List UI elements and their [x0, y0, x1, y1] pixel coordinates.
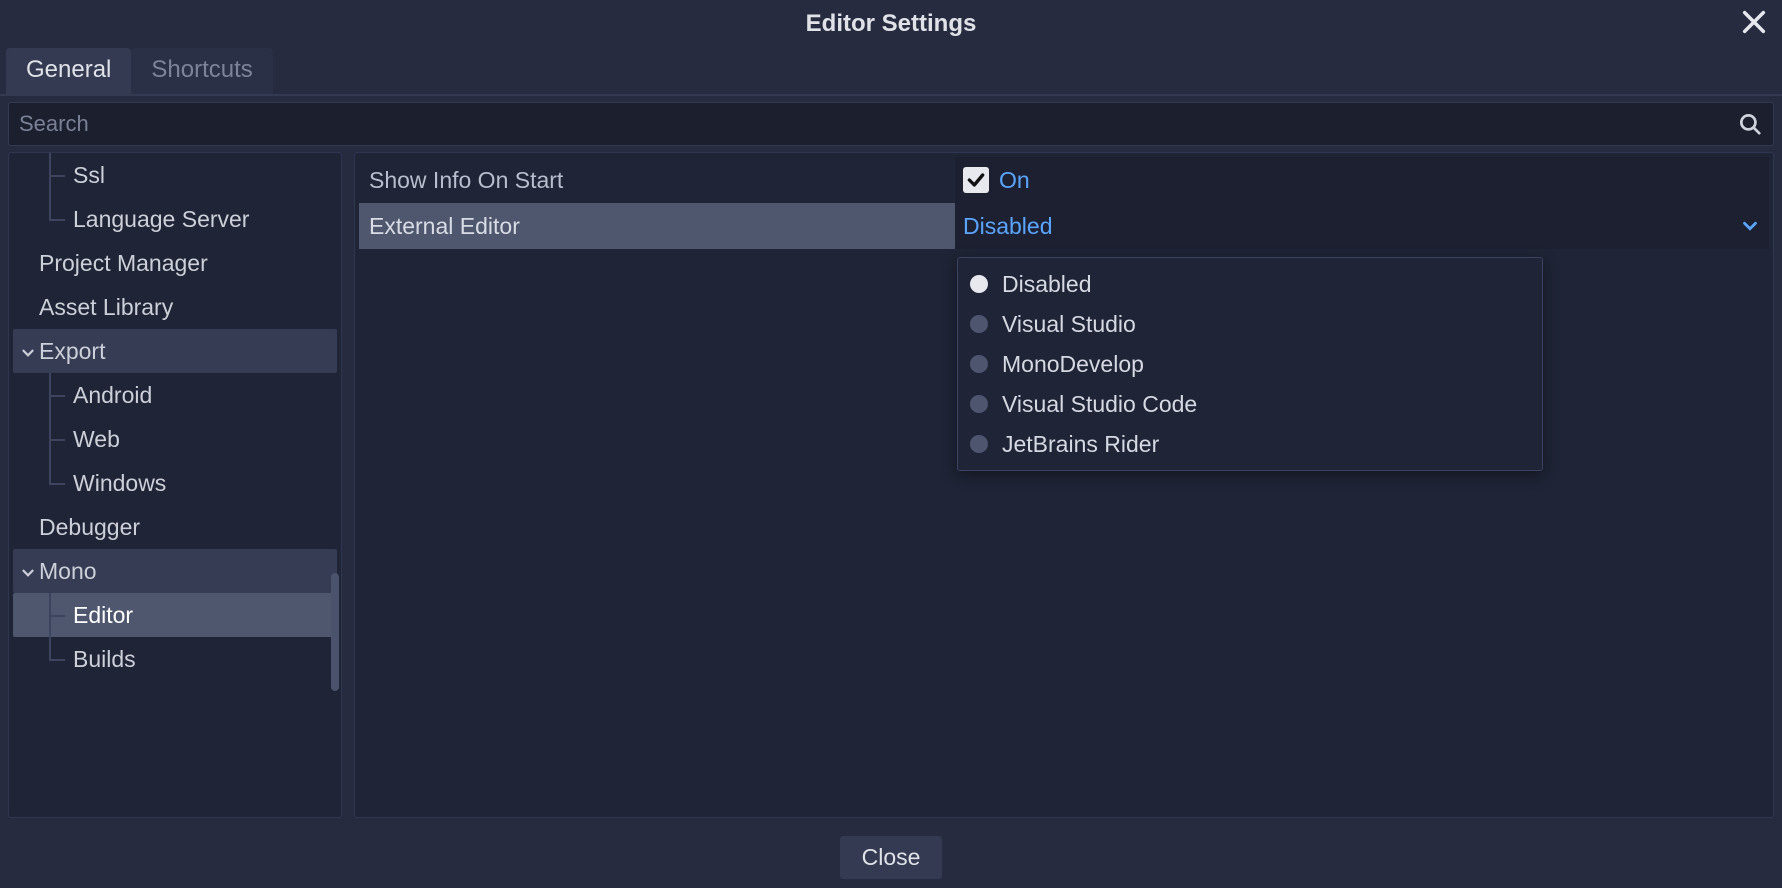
tree-item-mono[interactable]: Mono: [13, 549, 337, 593]
tree-item-debugger[interactable]: Debugger: [13, 505, 337, 549]
checkbox-show-info[interactable]: [963, 167, 989, 193]
prop-label: Show Info On Start: [359, 157, 955, 203]
tree-label: Mono: [39, 558, 97, 585]
tree-item-builds[interactable]: Builds: [13, 637, 337, 681]
tab-bar: General Shortcuts: [0, 48, 1782, 96]
title-bar: Editor Settings: [0, 0, 1782, 48]
external-editor-dropdown[interactable]: Disabled: [963, 203, 1761, 249]
tree-label: Debugger: [39, 514, 140, 541]
main-split: Ssl Language Server Project Manager Asse…: [0, 152, 1782, 826]
close-button[interactable]: Close: [840, 836, 943, 879]
tree-label: Builds: [73, 646, 136, 673]
popup-option-visual-studio[interactable]: Visual Studio: [964, 304, 1536, 344]
radio-icon: [970, 275, 988, 293]
chevron-down-icon: [19, 342, 37, 360]
tree-label: Export: [39, 338, 105, 365]
settings-tree[interactable]: Ssl Language Server Project Manager Asse…: [8, 152, 342, 818]
tab-shortcuts[interactable]: Shortcuts: [131, 48, 272, 94]
tree-item-asset-library[interactable]: Asset Library: [13, 285, 337, 329]
search-wrap: [8, 102, 1774, 146]
dialog-footer: Close: [0, 826, 1782, 888]
tree-item-export[interactable]: Export: [13, 329, 337, 373]
popup-option-rider[interactable]: JetBrains Rider: [964, 424, 1536, 464]
tree-label: Language Server: [73, 206, 249, 233]
tree-item-language-server[interactable]: Language Server: [13, 197, 337, 241]
tree-item-ssl[interactable]: Ssl: [13, 153, 337, 197]
tree-label: Android: [73, 382, 152, 409]
popup-option-monodevelop[interactable]: MonoDevelop: [964, 344, 1536, 384]
radio-icon: [970, 355, 988, 373]
chevron-down-icon: [19, 562, 37, 580]
tree-label: Editor: [73, 602, 133, 629]
tree-label: Windows: [73, 470, 166, 497]
popup-option-label: JetBrains Rider: [1002, 431, 1159, 458]
prop-label: External Editor: [359, 203, 955, 249]
close-icon[interactable]: [1740, 8, 1768, 36]
prop-show-info-on-start: Show Info On Start On: [359, 157, 1769, 203]
scrollbar-thumb[interactable]: [331, 573, 339, 691]
tree-label: Asset Library: [39, 294, 173, 321]
search-input[interactable]: [19, 111, 1737, 137]
tree-label: Project Manager: [39, 250, 208, 277]
tree-item-android[interactable]: Android: [13, 373, 337, 417]
search-row: [0, 96, 1782, 152]
window-title: Editor Settings: [806, 10, 977, 38]
tree-item-windows[interactable]: Windows: [13, 461, 337, 505]
chevron-down-icon: [1739, 215, 1761, 237]
tree-label: Web: [73, 426, 120, 453]
popup-option-label: Visual Studio Code: [1002, 391, 1197, 418]
radio-icon: [970, 435, 988, 453]
popup-option-vscode[interactable]: Visual Studio Code: [964, 384, 1536, 424]
external-editor-popup: Disabled Visual Studio MonoDevelop Visua…: [957, 257, 1543, 471]
popup-option-label: Visual Studio: [1002, 311, 1136, 338]
popup-option-label: Disabled: [1002, 271, 1092, 298]
editor-settings-window: Editor Settings General Shortcuts: [0, 0, 1782, 888]
popup-option-disabled[interactable]: Disabled: [964, 264, 1536, 304]
search-icon[interactable]: [1737, 111, 1763, 137]
tab-general[interactable]: General: [6, 48, 131, 94]
radio-icon: [970, 315, 988, 333]
prop-value: Disabled: [955, 203, 1769, 249]
tree-item-project-manager[interactable]: Project Manager: [13, 241, 337, 285]
prop-value: On: [955, 157, 1769, 203]
properties-panel: Show Info On Start On External Editor Di…: [354, 152, 1774, 818]
tree-label: Ssl: [73, 162, 105, 189]
tree-item-web[interactable]: Web: [13, 417, 337, 461]
dropdown-value: Disabled: [963, 213, 1053, 240]
prop-external-editor: External Editor Disabled: [359, 203, 1769, 249]
popup-option-label: MonoDevelop: [1002, 351, 1144, 378]
checkbox-label: On: [999, 167, 1030, 194]
radio-icon: [970, 395, 988, 413]
tree-item-editor[interactable]: Editor: [13, 593, 337, 637]
